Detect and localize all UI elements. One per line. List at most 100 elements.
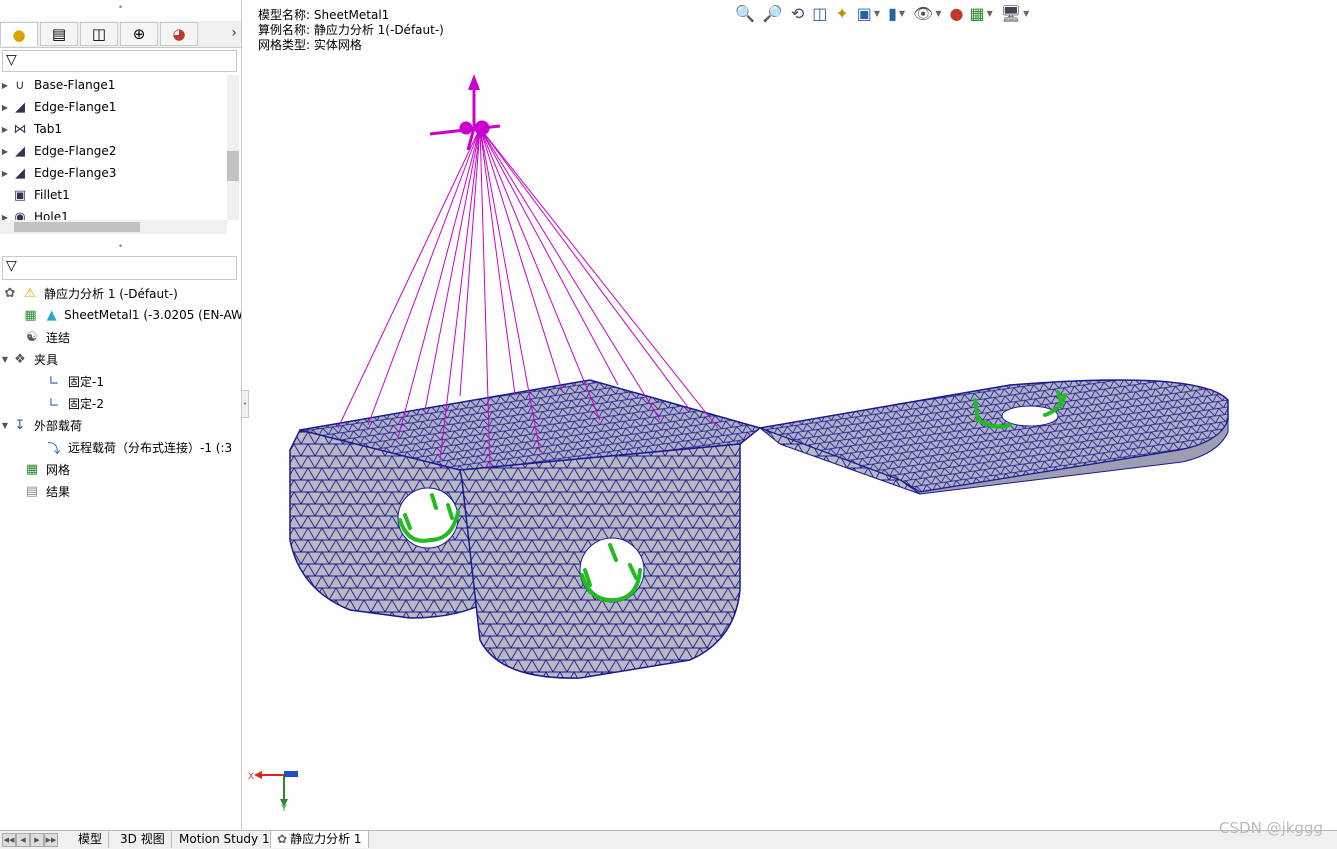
tree-item-edge-flange2[interactable]: ▶ ◢ Edge-Flange2 bbox=[0, 140, 228, 162]
connections-label: 连结 bbox=[46, 330, 71, 345]
connections-node[interactable]: ☯ 连结 bbox=[22, 326, 241, 348]
fixtures-node[interactable]: ▼ ❖ 夹具 bbox=[0, 348, 240, 370]
collapse-icon[interactable]: ▼ bbox=[0, 355, 10, 364]
results-node[interactable]: ▤ 结果 bbox=[22, 480, 241, 502]
panel-grip-top[interactable]: • bbox=[0, 3, 241, 13]
view-settings-icon[interactable]: 🖥 bbox=[1001, 4, 1021, 23]
expand-icon[interactable]: ▶ bbox=[0, 103, 10, 112]
collapse-icon[interactable]: ▼ bbox=[0, 421, 10, 430]
tab-model[interactable]: 模型 bbox=[72, 831, 110, 848]
scrollbar-thumb[interactable] bbox=[227, 151, 239, 181]
panel-grip-middle[interactable]: • bbox=[0, 242, 241, 252]
dynamic-annotation-icon[interactable]: ✦ bbox=[835, 4, 848, 23]
external-loads-icon: ↧ bbox=[14, 417, 26, 433]
results-label: 结果 bbox=[46, 484, 71, 499]
tab-dimxpert-manager[interactable]: ⊕ bbox=[120, 22, 158, 46]
tab-motion-study-1[interactable]: Motion Study 1 bbox=[173, 831, 277, 848]
connections-icon: ☯ bbox=[26, 329, 38, 345]
tree-item-hole1[interactable]: ▶ ◉ Hole1 bbox=[0, 206, 228, 221]
tree-item-label: Edge-Flange3 bbox=[34, 166, 117, 180]
manager-tabs: ● ▤ ◫ ⊕ ◕ › bbox=[0, 21, 241, 48]
filter-icon: ▽ bbox=[6, 52, 17, 68]
tree-item-label: Tab1 bbox=[34, 122, 62, 136]
remote-load-label: 远程载荷（分布式连接）-1 (:3 bbox=[68, 440, 233, 455]
tab-display-manager[interactable]: ◕ bbox=[160, 22, 198, 46]
tree-item-label: Edge-Flange2 bbox=[34, 144, 117, 158]
tab-3d-views[interactable]: 3D 视图 bbox=[114, 831, 172, 848]
fixed-geometry-icon: ∟ bbox=[48, 373, 60, 389]
chevron-right-icon[interactable]: › bbox=[231, 25, 237, 41]
expand-icon[interactable]: ▶ bbox=[0, 213, 10, 221]
fixture-label: 固定-1 bbox=[68, 374, 104, 389]
next-tab-icon[interactable]: ▶ bbox=[30, 833, 44, 847]
tree-item-label: Hole1 bbox=[34, 210, 69, 220]
first-tab-icon[interactable]: ◀◀ bbox=[2, 833, 16, 847]
bottom-tab-bar: ◀◀ ◀ ▶ ▶▶ 模型 3D 视图 Motion Study 1 ✿ 静应力分析… bbox=[0, 830, 1337, 849]
last-tab-icon[interactable]: ▶▶ bbox=[44, 833, 58, 847]
results-icon: ▤ bbox=[25, 483, 39, 499]
fixture-item-2[interactable]: ∟ 固定-2 bbox=[44, 392, 241, 414]
fixture-item-1[interactable]: ∟ 固定-1 bbox=[44, 370, 241, 392]
previous-view-icon[interactable]: ⟲ bbox=[791, 4, 804, 23]
simulation-study-tree: ✿ ⚠ 静应力分析 1 (-Défaut-) ▦ ▲ SheetMetal1 (-3.0… bbox=[0, 282, 241, 502]
previous-tab-icon[interactable]: ◀ bbox=[16, 833, 30, 847]
remote-load-node[interactable]: ⤵ 远程载荷（分布式连接）-1 (:3 bbox=[44, 436, 241, 458]
chevron-down-icon[interactable]: ▼ bbox=[1023, 9, 1029, 18]
apply-scene-icon[interactable]: ▦ bbox=[969, 4, 984, 23]
tab-feature-manager[interactable]: ● bbox=[0, 22, 38, 46]
sheet-metal-flange-plate[interactable] bbox=[757, 379, 1229, 495]
hide-show-items-icon[interactable]: 👁 bbox=[913, 4, 933, 23]
mesh-node[interactable]: ▦ 网格 bbox=[22, 458, 241, 480]
display-manager-icon: ◕ bbox=[172, 25, 186, 43]
feature-tree-vertical-scrollbar[interactable] bbox=[227, 75, 239, 220]
tree-item-base-flange1[interactable]: ▶ ∪ Base-Flange1 bbox=[0, 74, 228, 96]
hole-icon: ◉ bbox=[14, 209, 26, 221]
x-axis-label: X bbox=[248, 771, 254, 781]
study-filter-input[interactable]: ▽ bbox=[2, 256, 237, 280]
expand-icon[interactable]: ▶ bbox=[0, 81, 10, 90]
expand-icon[interactable]: ▶ bbox=[0, 125, 10, 134]
crosshair-icon: ⊕ bbox=[132, 25, 146, 43]
tab-static-study-1[interactable]: ✿ 静应力分析 1 bbox=[270, 831, 369, 848]
chevron-down-icon[interactable]: ▼ bbox=[935, 9, 941, 18]
feature-tree-horizontal-scrollbar[interactable] bbox=[0, 220, 227, 234]
tab-icon: ⋈ bbox=[13, 121, 27, 137]
expand-icon[interactable]: ▶ bbox=[0, 147, 10, 156]
heads-up-view-toolbar: 🔍 🔎 ⟲ ◫ ✦ ▣ ▼ ▮ ▼ 👁 ▼ ● ▦ ▼ 🖥 ▼ bbox=[735, 3, 1029, 23]
tree-item-tab1[interactable]: ▶ ⋈ Tab1 bbox=[0, 118, 228, 140]
edge-flange-icon: ◢ bbox=[15, 99, 25, 115]
study-tab-icon: ✿ bbox=[277, 832, 288, 846]
remote-load-arrow[interactable] bbox=[429, 74, 501, 151]
tab-configuration-manager[interactable]: ◫ bbox=[80, 22, 118, 46]
tab-property-manager[interactable]: ▤ bbox=[40, 22, 78, 46]
zoom-to-area-icon[interactable]: 🔎 bbox=[763, 4, 783, 23]
graphics-area[interactable] bbox=[242, 30, 1337, 810]
feature-filter-input[interactable]: ▽ bbox=[2, 50, 237, 72]
base-flange-icon: ∪ bbox=[15, 77, 25, 93]
external-loads-node[interactable]: ▼ ↧ 外部载荷 bbox=[0, 414, 240, 436]
tree-item-fillet1[interactable]: ▣ Fillet1 bbox=[0, 184, 228, 206]
tree-item-edge-flange1[interactable]: ▶ ◢ Edge-Flange1 bbox=[0, 96, 228, 118]
zoom-to-fit-icon[interactable]: 🔍 bbox=[735, 4, 755, 23]
remote-load-icon: ⤵ bbox=[47, 441, 61, 457]
edit-appearance-icon[interactable]: ● bbox=[950, 4, 964, 23]
coordinate-triad: X Y bbox=[248, 771, 298, 813]
external-loads-label: 外部载荷 bbox=[34, 418, 83, 433]
study-node[interactable]: ✿ ⚠ 静应力分析 1 (-Défaut-) bbox=[0, 282, 240, 304]
display-style-icon[interactable]: ▮ bbox=[888, 4, 897, 23]
view-orientation-icon[interactable]: ▣ bbox=[857, 4, 872, 23]
chevron-down-icon[interactable]: ▼ bbox=[899, 9, 905, 18]
section-view-icon[interactable]: ◫ bbox=[812, 4, 827, 23]
tab-label: 静应力分析 1 bbox=[290, 832, 362, 846]
expand-icon[interactable]: ▶ bbox=[0, 169, 10, 178]
fillet-icon: ▣ bbox=[13, 187, 27, 203]
tree-item-label: Base-Flange1 bbox=[34, 78, 116, 92]
part-node[interactable]: ▦ ▲ SheetMetal1 (-3.0205 (EN-AW 12 bbox=[22, 304, 241, 326]
chevron-down-icon[interactable]: ▼ bbox=[874, 9, 880, 18]
chevron-down-icon[interactable]: ▼ bbox=[987, 9, 993, 18]
filter-icon: ▽ bbox=[6, 258, 17, 274]
tree-item-edge-flange3[interactable]: ▶ ◢ Edge-Flange3 bbox=[0, 162, 228, 184]
edge-flange-icon: ◢ bbox=[15, 143, 25, 159]
scrollbar-thumb[interactable] bbox=[14, 222, 140, 232]
sheet-metal-right-ear[interactable] bbox=[459, 443, 741, 679]
